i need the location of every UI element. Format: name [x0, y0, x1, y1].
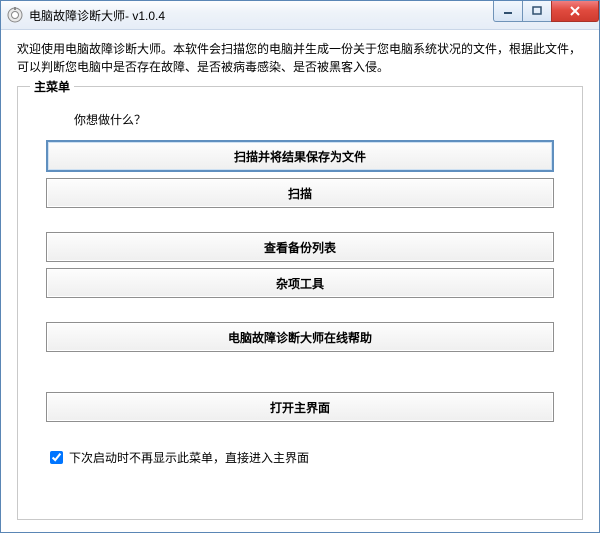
online-help-button[interactable]: 电脑故障诊断大师在线帮助 [46, 322, 554, 352]
scan-button[interactable]: 扫描 [46, 178, 554, 208]
button-label: 扫描 [288, 185, 312, 202]
button-label: 查看备份列表 [264, 239, 336, 256]
checkbox-label: 下次启动时不再显示此菜单，直接进入主界面 [69, 449, 309, 466]
app-window: 电脑故障诊断大师- v1.0.4 欢迎使用电脑故障诊断大师。本软件会扫描您的电脑… [0, 0, 600, 533]
maximize-button[interactable] [522, 1, 552, 22]
group-legend: 主菜单 [30, 78, 74, 95]
misc-tools-button[interactable]: 杂项工具 [46, 268, 554, 298]
button-label: 电脑故障诊断大师在线帮助 [228, 329, 372, 346]
button-label: 打开主界面 [270, 399, 330, 416]
button-label: 扫描并将结果保存为文件 [234, 148, 366, 165]
titlebar[interactable]: 电脑故障诊断大师- v1.0.4 [1, 1, 599, 30]
close-button[interactable] [551, 1, 599, 22]
menu-prompt: 你想做什么？ [74, 111, 554, 128]
open-main-button[interactable]: 打开主界面 [46, 392, 554, 422]
minimize-button[interactable] [493, 1, 523, 22]
window-buttons [494, 1, 599, 21]
intro-text: 欢迎使用电脑故障诊断大师。本软件会扫描您的电脑并生成一份关于您电脑系统状况的文件… [17, 40, 583, 76]
app-icon [7, 7, 23, 23]
client-area: 欢迎使用电脑故障诊断大师。本软件会扫描您的电脑并生成一份关于您电脑系统状况的文件… [1, 30, 599, 532]
button-label: 杂项工具 [276, 275, 324, 292]
scan-and-save-button[interactable]: 扫描并将结果保存为文件 [46, 140, 554, 172]
main-menu-group: 主菜单 你想做什么？ 扫描并将结果保存为文件 扫描 查看备份列表 杂项工具 [17, 86, 583, 520]
dont-show-again-checkbox[interactable] [50, 451, 63, 464]
view-backup-button[interactable]: 查看备份列表 [46, 232, 554, 262]
menu-button-column: 扫描并将结果保存为文件 扫描 查看备份列表 杂项工具 电脑故障诊断大师在线帮助 [46, 140, 554, 428]
dont-show-again-row[interactable]: 下次启动时不再显示此菜单，直接进入主界面 [46, 448, 554, 467]
